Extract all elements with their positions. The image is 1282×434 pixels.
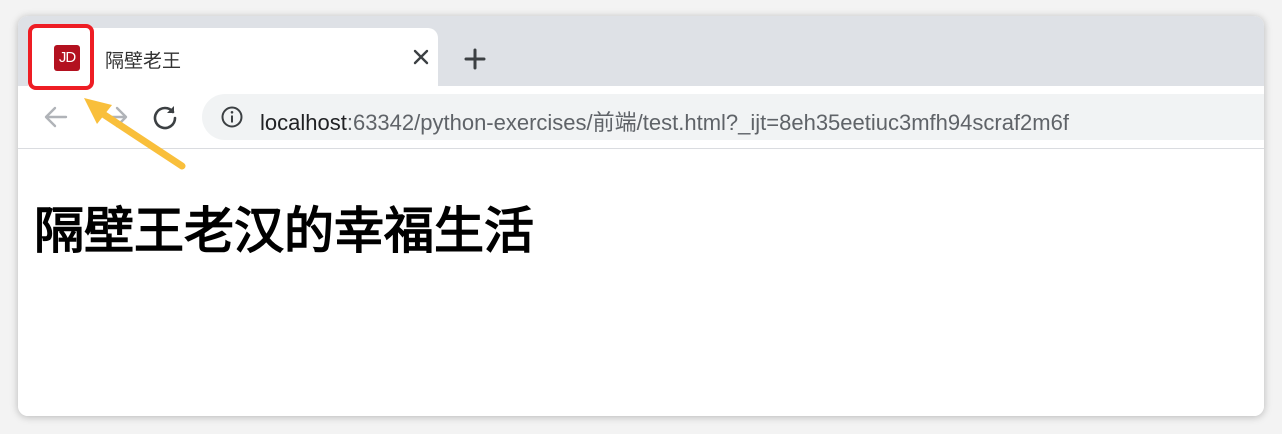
page-heading: 隔壁王老汉的幸福生活 — [34, 202, 534, 260]
screenshot-canvas: JD 隔壁老王 localhost:63342/python-exercises… — [0, 0, 1282, 434]
favicon-highlight-box — [28, 24, 94, 90]
reload-icon[interactable] — [147, 99, 183, 135]
tab-strip: JD 隔壁老王 — [18, 16, 1264, 86]
arrow-right-icon[interactable] — [98, 99, 134, 135]
url-host: localhost — [260, 110, 347, 135]
plus-icon[interactable] — [458, 42, 492, 76]
page-content: 隔壁王老汉的幸福生活 — [18, 149, 1264, 416]
tab-title: 隔壁老王 — [105, 50, 182, 72]
close-icon[interactable] — [406, 42, 436, 72]
browser-window: JD 隔壁老王 localhost:63342/python-exercises… — [18, 16, 1264, 416]
browser-toolbar: localhost:63342/python-exercises/前端/test… — [18, 86, 1264, 149]
url-text: localhost:63342/python-exercises/前端/test… — [260, 105, 1069, 137]
arrow-left-icon[interactable] — [38, 99, 74, 135]
address-bar[interactable]: localhost:63342/python-exercises/前端/test… — [202, 94, 1264, 140]
info-icon[interactable] — [220, 105, 244, 129]
url-path: :63342/python-exercises/前端/test.html?_ij… — [346, 110, 1069, 135]
